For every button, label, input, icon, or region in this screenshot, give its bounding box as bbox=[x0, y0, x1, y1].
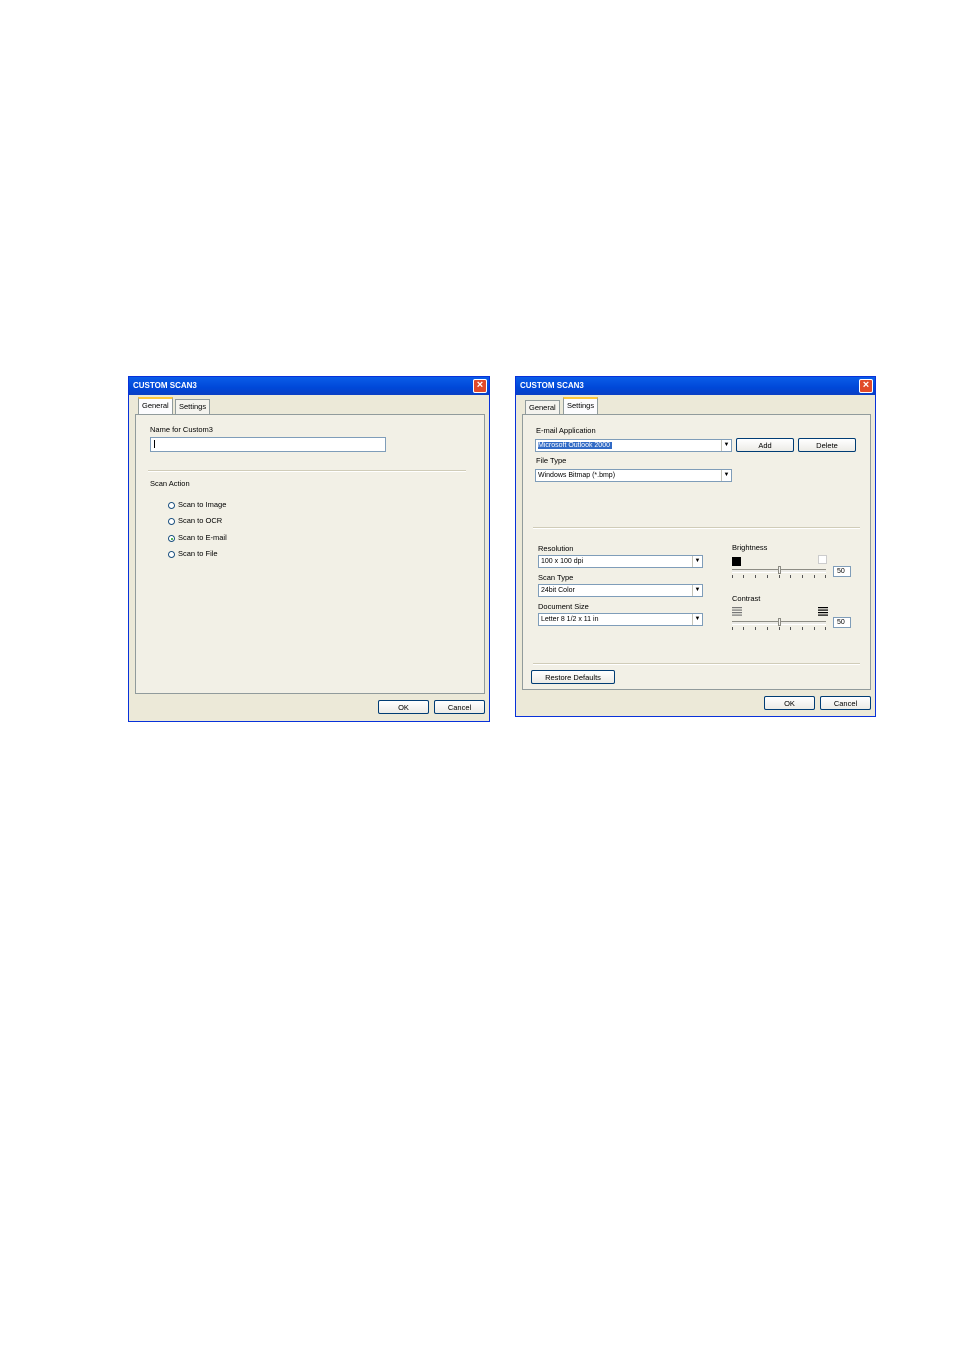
radio-scan-to-email[interactable] bbox=[168, 535, 175, 542]
name-field[interactable] bbox=[150, 437, 386, 452]
delete-button[interactable]: Delete bbox=[798, 438, 856, 452]
tab-general-label: General bbox=[142, 401, 169, 410]
file-type-value: Windows Bitmap (*.bmp) bbox=[538, 472, 616, 479]
radio-scan-to-image[interactable] bbox=[168, 502, 175, 509]
resolution-select[interactable]: 100 x 100 dpi ▼ bbox=[538, 555, 703, 568]
document-size-label: Document Size bbox=[538, 602, 589, 611]
contrast-ticks bbox=[732, 627, 826, 630]
scan-action-label: Scan Action bbox=[150, 479, 190, 488]
document-size-value: Letter 8 1/2 x 11 in bbox=[541, 616, 599, 623]
resolution-value: 100 x 100 dpi bbox=[541, 558, 584, 565]
text-caret bbox=[154, 440, 155, 448]
scan-to-email-label[interactable]: Scan to E-mail bbox=[178, 533, 227, 542]
light-square-icon bbox=[818, 555, 827, 564]
contrast-label: Contrast bbox=[732, 594, 761, 603]
restore-defaults-button[interactable]: Restore Defaults bbox=[531, 670, 615, 684]
tab-settings[interactable]: Settings bbox=[175, 399, 211, 414]
brightness-value-field[interactable]: 50 bbox=[833, 566, 851, 577]
contrast-value-field[interactable]: 50 bbox=[833, 617, 851, 628]
cancel-button[interactable]: Cancel bbox=[820, 696, 871, 710]
brightness-label: Brightness bbox=[732, 543, 768, 552]
document-size-select[interactable]: Letter 8 1/2 x 11 in ▼ bbox=[538, 613, 703, 626]
ok-button[interactable]: OK bbox=[764, 696, 815, 710]
dialog-title: CUSTOM SCAN3 bbox=[520, 381, 584, 390]
scan-to-ocr-label[interactable]: Scan to OCR bbox=[178, 516, 222, 525]
settings-tab-panel: E-mail Application Microsoft Outlook 200… bbox=[522, 414, 871, 690]
low-contrast-icon bbox=[732, 607, 742, 616]
divider bbox=[148, 470, 466, 472]
divider bbox=[533, 527, 860, 529]
chevron-down-icon[interactable]: ▼ bbox=[692, 614, 702, 625]
chevron-down-icon[interactable]: ▼ bbox=[692, 556, 702, 567]
high-contrast-icon bbox=[818, 607, 828, 616]
custom-scan3-settings-dialog: CUSTOM SCAN3 × General Settings E-mail A… bbox=[515, 376, 876, 717]
chevron-down-icon[interactable]: ▼ bbox=[721, 470, 731, 481]
radio-scan-to-ocr[interactable] bbox=[168, 518, 175, 525]
scan-to-file-label[interactable]: Scan to File bbox=[178, 549, 218, 558]
file-type-label: File Type bbox=[536, 456, 567, 465]
brightness-ticks bbox=[732, 575, 826, 578]
brightness-slider-thumb[interactable] bbox=[778, 566, 781, 574]
tab-settings-label: Settings bbox=[567, 401, 595, 410]
radio-scan-to-file[interactable] bbox=[168, 551, 175, 558]
ok-button[interactable]: OK bbox=[378, 700, 429, 714]
tab-general[interactable]: General bbox=[525, 400, 560, 415]
chevron-down-icon[interactable]: ▼ bbox=[721, 440, 731, 451]
contrast-slider-thumb[interactable] bbox=[778, 618, 781, 626]
tab-general-label: General bbox=[529, 403, 556, 412]
resolution-label: Resolution bbox=[538, 544, 574, 553]
scan-to-image-label[interactable]: Scan to Image bbox=[178, 500, 226, 509]
scan-type-label: Scan Type bbox=[538, 573, 574, 582]
chevron-down-icon[interactable]: ▼ bbox=[692, 585, 702, 596]
close-icon[interactable]: × bbox=[473, 379, 487, 393]
name-label: Name for Custom3 bbox=[150, 425, 213, 434]
tab-settings-label: Settings bbox=[179, 402, 207, 411]
close-icon[interactable]: × bbox=[859, 379, 873, 393]
file-type-select[interactable]: Windows Bitmap (*.bmp) ▼ bbox=[535, 469, 732, 482]
custom-scan3-general-dialog: CUSTOM SCAN3 × General Settings Name for… bbox=[128, 376, 490, 722]
tab-general[interactable]: General bbox=[138, 397, 173, 414]
add-button[interactable]: Add bbox=[736, 438, 794, 452]
dialog-title-bar: CUSTOM SCAN3 × bbox=[129, 377, 489, 395]
divider bbox=[533, 663, 860, 665]
tab-settings[interactable]: Settings bbox=[563, 397, 599, 414]
email-application-label: E-mail Application bbox=[536, 426, 596, 435]
general-tab-panel: Name for Custom3 Scan Action Scan to Ima… bbox=[135, 414, 485, 694]
scan-type-value: 24bit Color bbox=[541, 587, 575, 594]
cancel-button[interactable]: Cancel bbox=[434, 700, 485, 714]
dialog-title-bar: CUSTOM SCAN3 × bbox=[516, 377, 875, 395]
dialog-title: CUSTOM SCAN3 bbox=[133, 381, 197, 390]
email-application-value: Microsoft Outlook 2000 bbox=[538, 442, 612, 449]
scan-type-select[interactable]: 24bit Color ▼ bbox=[538, 584, 703, 597]
email-application-select[interactable]: Microsoft Outlook 2000 ▼ bbox=[535, 439, 732, 452]
dark-square-icon bbox=[732, 557, 741, 566]
